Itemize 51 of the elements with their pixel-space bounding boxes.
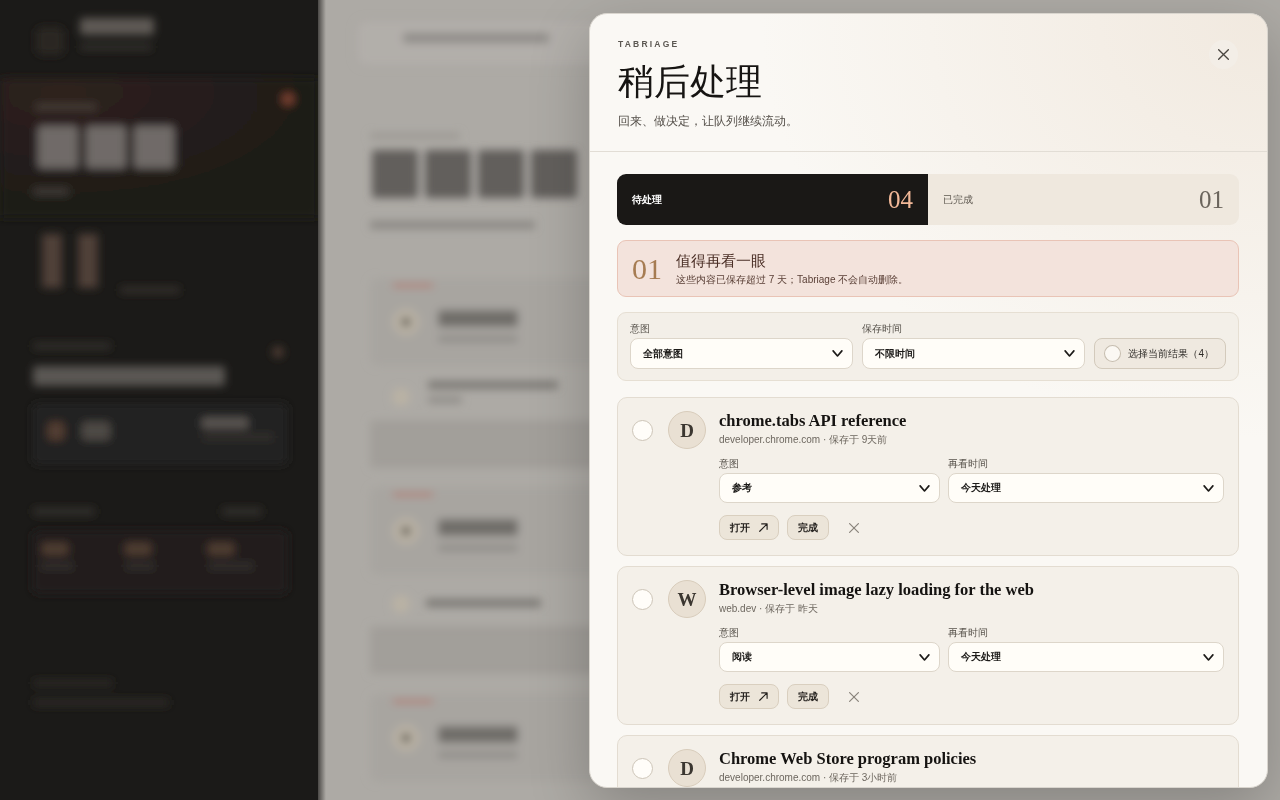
item-meta: developer.chrome.com · 保存于 9天前: [719, 433, 888, 446]
dropdown-select[interactable]: 全部意图: [630, 338, 854, 369]
open-button[interactable]: 打开: [719, 515, 779, 540]
select-checkbox[interactable]: [632, 420, 653, 441]
site-initial-avatar: D: [668, 749, 706, 787]
dropdown-select[interactable]: 今天处理: [947, 473, 1224, 503]
site-initial-avatar: D: [668, 411, 706, 449]
select-checkbox[interactable]: [632, 589, 653, 610]
field-label: 意图: [719, 627, 739, 638]
brand-label: TABRIAGE: [618, 38, 680, 50]
dialog-title: 稍后处理: [618, 61, 762, 104]
dropdown-select[interactable]: 不限时间: [862, 338, 1086, 369]
chevron-down-icon: [1203, 653, 1214, 661]
chevron-down-icon: [918, 484, 930, 492]
field-label: 再看时间: [947, 458, 988, 469]
chevron-down-icon: [1203, 484, 1214, 492]
notice-text: 这些内容已保存超过 7 天；Tabriage 不会自动删除。: [676, 272, 909, 286]
notice-count: 01: [632, 253, 662, 284]
item-title: Browser-level image lazy loading for the web: [719, 580, 1034, 599]
item-meta: developer.chrome.com · 保存于 3小时前: [719, 771, 898, 784]
notice-title: 值得再看一眼: [676, 251, 766, 270]
chevron-down-icon: [832, 350, 844, 357]
chevron-down-icon: [918, 653, 930, 661]
done-button[interactable]: 完成: [787, 515, 829, 540]
close-icon: [849, 691, 859, 702]
dropdown-select[interactable]: 阅读: [719, 642, 940, 672]
select-checkbox[interactable]: [632, 758, 653, 779]
arrow-up-right-icon: [759, 523, 768, 532]
field-label: 保存时间: [862, 323, 903, 334]
close-icon: [1218, 49, 1229, 60]
site-initial-avatar: W: [668, 580, 706, 618]
select-all-button[interactable]: 选择当前结果（4）: [1094, 338, 1226, 369]
field-label: 再看时间: [947, 627, 988, 638]
field-label: 意图: [719, 458, 739, 469]
arrow-up-right-icon: [759, 692, 768, 701]
dialog-subtitle: 回来、做决定，让队列继续流动。: [618, 114, 798, 129]
item-title: Chrome Web Store program policies: [719, 749, 977, 768]
done-button[interactable]: 完成: [787, 684, 829, 709]
remove-button[interactable]: [849, 522, 859, 533]
dropdown-select[interactable]: 今天处理: [947, 642, 1224, 672]
open-button[interactable]: 打开: [719, 684, 779, 709]
status-tab[interactable]: 待处理 04: [617, 174, 928, 225]
item-title: chrome.tabs API reference: [719, 411, 907, 430]
close-button[interactable]: [1209, 40, 1238, 69]
field-label: 意图: [630, 323, 650, 334]
close-icon: [849, 522, 859, 533]
item-meta: web.dev · 保存于 昨天: [719, 602, 818, 615]
dropdown-select[interactable]: 参考: [719, 473, 940, 503]
status-tab[interactable]: 已完成 01: [928, 174, 1239, 225]
chevron-down-icon: [1064, 350, 1076, 357]
remove-button[interactable]: [849, 691, 859, 702]
